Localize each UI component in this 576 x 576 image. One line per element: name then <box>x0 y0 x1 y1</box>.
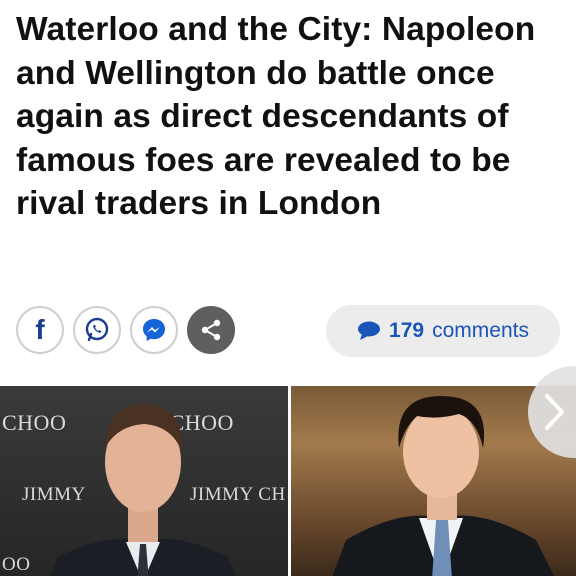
share-more-icon <box>201 319 221 341</box>
article-headline: Waterloo and the City: Napoleon and Well… <box>16 11 536 222</box>
share-messenger-button[interactable] <box>130 306 178 354</box>
messenger-icon <box>143 319 165 341</box>
share-bar: f <box>16 306 235 356</box>
man-in-suit-image <box>50 403 236 576</box>
chevron-right-icon <box>545 394 564 430</box>
whatsapp-icon <box>85 317 109 342</box>
gallery-photo-left[interactable]: CHOO Y CHOO JIMMY JIMMY CH OO <box>0 386 288 576</box>
photo-gallery[interactable]: CHOO Y CHOO JIMMY JIMMY CH OO <box>0 386 576 576</box>
share-whatsapp-button[interactable] <box>73 306 121 354</box>
share-more-button[interactable] <box>187 306 235 354</box>
share-facebook-button[interactable]: f <box>16 306 64 354</box>
comments-label: comments <box>432 319 529 342</box>
comments-count: 179 <box>389 319 425 342</box>
comment-bubble-icon <box>358 321 381 340</box>
comments-button[interactable]: 179 comments <box>326 305 560 357</box>
facebook-icon: f <box>35 314 45 345</box>
backdrop-text: OO <box>2 554 31 575</box>
young-man-image <box>332 396 554 576</box>
